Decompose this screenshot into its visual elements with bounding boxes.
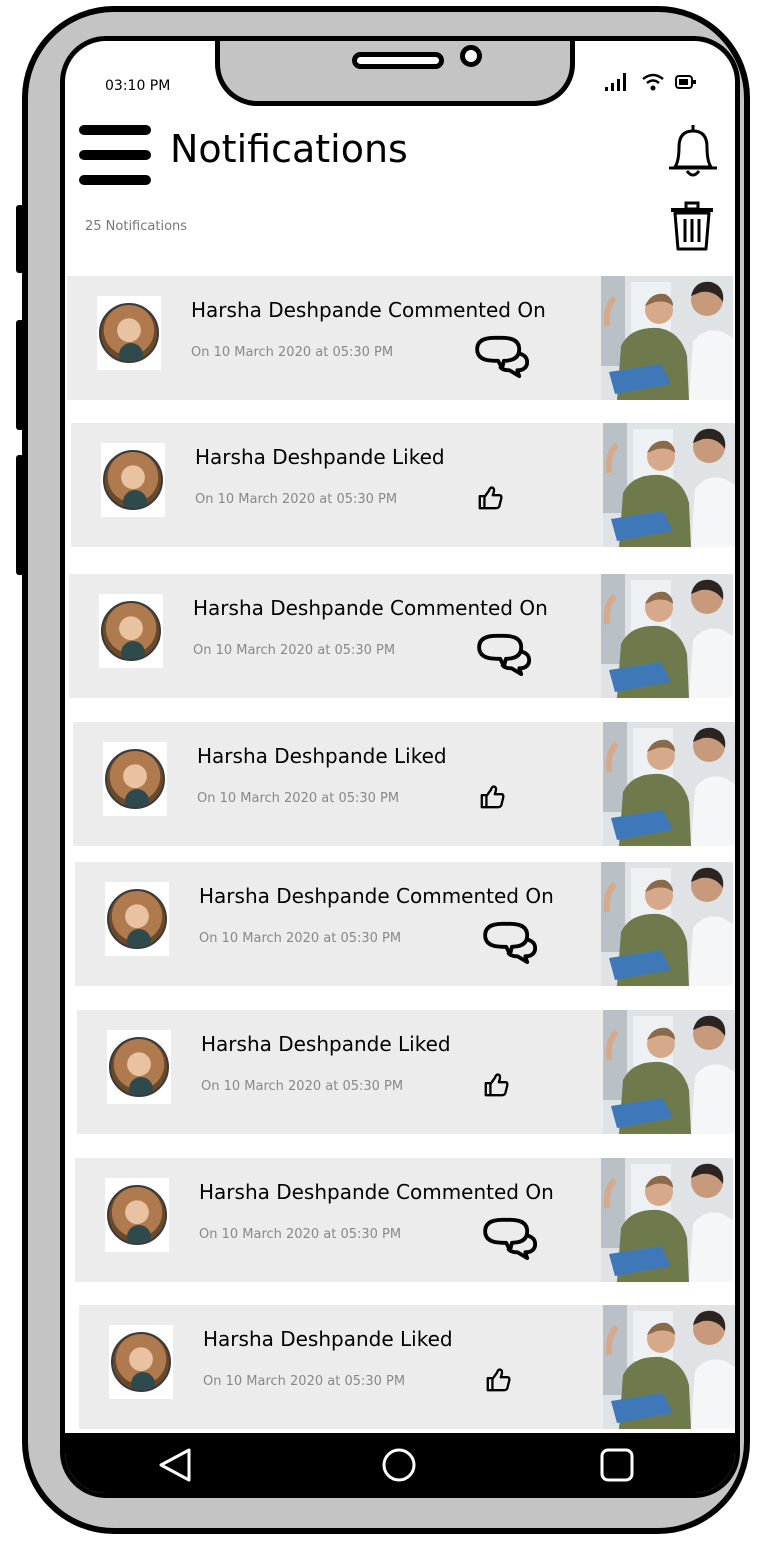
notification-title: Harsha Deshpande Commented On xyxy=(193,596,548,620)
notification-time: On 10 March 2020 at 05:30 PM xyxy=(191,345,394,360)
wifi-icon xyxy=(642,73,664,91)
comment-icon xyxy=(473,334,531,382)
notification-title: Harsha Deshpande Liked xyxy=(201,1032,451,1056)
battery-icon xyxy=(675,75,696,89)
comment-icon xyxy=(475,632,533,680)
notification-title: Harsha Deshpande Commented On xyxy=(191,298,546,322)
navigation-bar xyxy=(65,1433,735,1493)
notification-time: On 10 March 2020 at 05:30 PM xyxy=(201,1079,404,1094)
notification-card[interactable]: Harsha Deshpande Commented On On 10 March… xyxy=(67,276,733,400)
avatar xyxy=(101,443,165,517)
post-thumbnail[interactable] xyxy=(603,1305,735,1429)
notification-card[interactable]: Harsha Deshpande Commented On On 10 March… xyxy=(75,862,733,986)
status-time: 03:10 PM xyxy=(105,78,171,94)
notification-card[interactable]: Harsha Deshpande Liked On 10 March 2020 a… xyxy=(73,722,735,846)
signal-icon xyxy=(605,73,626,91)
avatar xyxy=(105,882,169,956)
home-circle-icon[interactable] xyxy=(381,1447,417,1483)
post-thumbnail[interactable] xyxy=(601,862,733,986)
notification-title: Harsha Deshpande Liked xyxy=(197,744,447,768)
notification-time: On 10 March 2020 at 05:30 PM xyxy=(193,643,396,658)
notification-time: On 10 March 2020 at 05:30 PM xyxy=(199,931,402,946)
notification-title: Harsha Deshpande Liked xyxy=(195,445,445,469)
header: Notifications xyxy=(65,121,735,201)
phone-screen: 03:10 PM Notifications 25 Notifications … xyxy=(60,36,740,1498)
post-thumbnail[interactable] xyxy=(601,574,733,698)
notification-title: Harsha Deshpande Commented On xyxy=(199,884,554,908)
thumbs-up-icon xyxy=(483,1072,509,1102)
notch xyxy=(215,41,575,106)
notification-time: On 10 March 2020 at 05:30 PM xyxy=(199,1227,402,1242)
comment-icon xyxy=(481,1216,539,1264)
notification-card[interactable]: Harsha Deshpande Commented On On 10 March… xyxy=(69,574,733,698)
menu-icon[interactable] xyxy=(79,125,151,185)
avatar xyxy=(103,742,167,816)
notification-count: 25 Notifications xyxy=(85,219,188,234)
comment-icon xyxy=(481,920,539,968)
notification-time: On 10 March 2020 at 05:30 PM xyxy=(197,791,400,806)
notification-title: Harsha Deshpande Liked xyxy=(203,1327,453,1351)
avatar xyxy=(105,1178,169,1252)
page-title: Notifications xyxy=(170,127,408,171)
notification-title: Harsha Deshpande Commented On xyxy=(199,1180,554,1204)
notification-card[interactable]: Harsha Deshpande Commented On On 10 March… xyxy=(75,1158,733,1282)
avatar xyxy=(107,1030,171,1104)
notification-time: On 10 March 2020 at 05:30 PM xyxy=(203,1374,406,1389)
notification-card[interactable]: Harsha Deshpande Liked On 10 March 2020 a… xyxy=(79,1305,735,1429)
post-thumbnail[interactable] xyxy=(603,1010,735,1134)
thumbs-up-icon xyxy=(485,1367,511,1397)
notification-card[interactable]: Harsha Deshpande Liked On 10 March 2020 a… xyxy=(77,1010,735,1134)
trash-icon[interactable] xyxy=(669,201,715,253)
phone-mockup: 03:10 PM Notifications 25 Notifications … xyxy=(0,0,759,1547)
recents-square-icon[interactable] xyxy=(599,1447,635,1483)
back-triangle-icon[interactable] xyxy=(157,1447,193,1483)
avatar xyxy=(97,296,161,370)
status-icons xyxy=(605,73,697,91)
front-camera xyxy=(460,45,482,67)
post-thumbnail[interactable] xyxy=(603,423,735,547)
bell-icon[interactable] xyxy=(665,121,721,181)
post-thumbnail[interactable] xyxy=(601,1158,733,1282)
avatar xyxy=(109,1325,173,1399)
avatar xyxy=(99,594,163,668)
notification-time: On 10 March 2020 at 05:30 PM xyxy=(195,492,398,507)
thumbs-up-icon xyxy=(479,784,505,814)
notification-card[interactable]: Harsha Deshpande Liked On 10 March 2020 a… xyxy=(71,423,735,547)
post-thumbnail[interactable] xyxy=(603,722,735,846)
thumbs-up-icon xyxy=(477,485,503,515)
post-thumbnail[interactable] xyxy=(601,276,733,400)
speaker-grille xyxy=(352,52,444,69)
